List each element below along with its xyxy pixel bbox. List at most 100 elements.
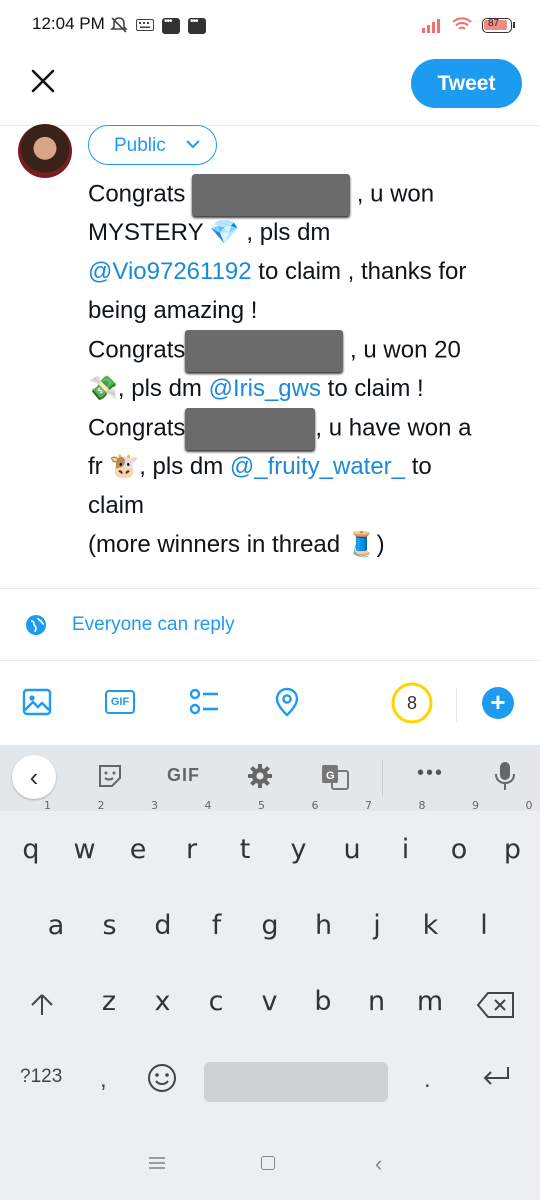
keyboard-back-button[interactable]: ‹ bbox=[12, 755, 56, 799]
key-y[interactable]: y6 bbox=[275, 800, 323, 878]
battery-level: 87 bbox=[488, 18, 500, 29]
key-label: q bbox=[22, 834, 40, 865]
key-label: n bbox=[367, 986, 386, 1017]
key-n[interactable]: n bbox=[353, 974, 401, 1030]
tweet-button[interactable]: Tweet bbox=[411, 59, 522, 108]
emoji-icon[interactable] bbox=[146, 1062, 178, 1094]
tweet-text-run: to claim , thanks for bbox=[251, 258, 467, 285]
key-label: l bbox=[480, 910, 488, 941]
message-icon bbox=[162, 16, 180, 34]
tweet-line: Congrats , u won 20 bbox=[88, 330, 461, 372]
mention-link[interactable]: @Vio97261192 bbox=[88, 258, 252, 285]
recents-menu-icon[interactable] bbox=[148, 1156, 166, 1170]
key-r[interactable]: r4 bbox=[168, 800, 216, 878]
avatar[interactable] bbox=[18, 124, 72, 178]
microphone-icon[interactable] bbox=[494, 760, 516, 792]
key-l[interactable]: l bbox=[460, 898, 508, 954]
redacted-mention bbox=[185, 408, 316, 450]
key-p[interactable]: p0 bbox=[489, 800, 537, 878]
close-button[interactable] bbox=[24, 62, 64, 102]
more-options-icon[interactable]: ••• bbox=[417, 762, 444, 785]
key-d[interactable]: d bbox=[139, 898, 187, 954]
tweet-line: MYSTERY 💎 , pls dm bbox=[88, 213, 330, 252]
poll-icon[interactable] bbox=[188, 686, 220, 718]
add-tweet-button[interactable]: + bbox=[482, 687, 514, 719]
key-c[interactable]: c bbox=[192, 974, 240, 1030]
tweet-text-run: Congrats bbox=[88, 180, 193, 208]
key-z[interactable]: z bbox=[85, 974, 133, 1030]
key-g[interactable]: g bbox=[246, 898, 294, 954]
translate-icon[interactable]: G bbox=[320, 762, 350, 792]
key-label: a bbox=[47, 910, 65, 941]
key-i[interactable]: i8 bbox=[382, 800, 430, 878]
enter-icon[interactable] bbox=[480, 1064, 512, 1090]
key-e[interactable]: e3 bbox=[114, 800, 162, 878]
key-label: x bbox=[154, 986, 171, 1017]
key-w[interactable]: w2 bbox=[61, 800, 109, 878]
sticker-icon[interactable] bbox=[96, 762, 124, 790]
tweet-text-run: being amazing ! bbox=[88, 297, 258, 324]
symbols-key[interactable]: ?123 bbox=[20, 1066, 62, 1088]
key-t[interactable]: t5 bbox=[221, 800, 269, 878]
key-j[interactable]: j bbox=[353, 898, 401, 954]
emoji: 🐮 bbox=[109, 453, 140, 480]
divider bbox=[0, 588, 540, 589]
shift-arrow-icon[interactable] bbox=[29, 992, 55, 1018]
mention-link[interactable]: @_fruity_water_ bbox=[230, 453, 405, 480]
spacebar[interactable] bbox=[204, 1062, 388, 1102]
comma-key[interactable]: , bbox=[100, 1066, 107, 1094]
key-label: u bbox=[343, 834, 361, 865]
divider bbox=[0, 125, 540, 126]
key-x[interactable]: x bbox=[139, 974, 187, 1030]
key-s[interactable]: s bbox=[86, 898, 134, 954]
keyboard-gif-button[interactable]: GIF bbox=[167, 765, 200, 786]
key-hint: 1 bbox=[44, 799, 51, 812]
key-hint: 7 bbox=[365, 799, 372, 812]
wifi-icon bbox=[452, 17, 472, 30]
close-icon bbox=[31, 69, 55, 93]
emoji: 💎 bbox=[209, 219, 240, 246]
settings-gear-icon[interactable] bbox=[246, 762, 274, 790]
tweet-line: fr 🐮, pls dm @_fruity_water_ to bbox=[88, 447, 432, 486]
key-label: b bbox=[314, 986, 332, 1017]
tweet-text-run: to claim ! bbox=[320, 375, 424, 402]
location-icon[interactable] bbox=[271, 686, 303, 718]
backspace-icon[interactable] bbox=[476, 991, 516, 1019]
emoji: 💸 bbox=[88, 375, 118, 402]
tweet-text-run: to bbox=[405, 453, 432, 480]
key-a[interactable]: a bbox=[32, 898, 80, 954]
key-label: o bbox=[450, 834, 468, 865]
key-label: c bbox=[208, 986, 224, 1017]
audience-selector[interactable]: Public bbox=[88, 125, 217, 165]
key-f[interactable]: f bbox=[193, 898, 241, 954]
tweet-text-run: ) bbox=[376, 531, 385, 558]
period-key[interactable]: . bbox=[424, 1066, 431, 1094]
key-o[interactable]: o9 bbox=[435, 800, 483, 878]
key-m[interactable]: m bbox=[406, 974, 454, 1030]
key-label: p bbox=[503, 834, 522, 865]
key-label: t bbox=[239, 834, 251, 865]
key-h[interactable]: h bbox=[300, 898, 348, 954]
divider bbox=[456, 688, 457, 722]
tweet-text-run: (more winners in thread bbox=[88, 531, 347, 558]
key-hint: 0 bbox=[525, 799, 533, 812]
status-bar: 12:04 PM 87 bbox=[0, 0, 540, 50]
back-button[interactable]: ‹ bbox=[375, 1151, 382, 1177]
characters-remaining: 8 bbox=[406, 693, 417, 713]
image-icon[interactable] bbox=[21, 686, 53, 718]
key-label: w bbox=[73, 834, 96, 865]
reply-setting-button[interactable]: Everyone can reply bbox=[72, 614, 235, 636]
mention-link[interactable]: @Iris_gws bbox=[209, 375, 321, 402]
gif-button[interactable]: GIF bbox=[104, 686, 136, 718]
key-b[interactable]: b bbox=[299, 974, 347, 1030]
key-u[interactable]: u7 bbox=[328, 800, 376, 878]
tweet-text-run: , pls dm bbox=[239, 219, 331, 246]
tweet-text-run: Congrats bbox=[88, 414, 186, 442]
key-v[interactable]: v bbox=[246, 974, 294, 1030]
key-q[interactable]: q1 bbox=[7, 800, 55, 878]
home-button[interactable] bbox=[261, 1156, 275, 1170]
key-label: z bbox=[101, 986, 117, 1017]
key-k[interactable]: k bbox=[407, 898, 455, 954]
audience-label: Public bbox=[114, 135, 166, 156]
divider bbox=[0, 660, 540, 661]
